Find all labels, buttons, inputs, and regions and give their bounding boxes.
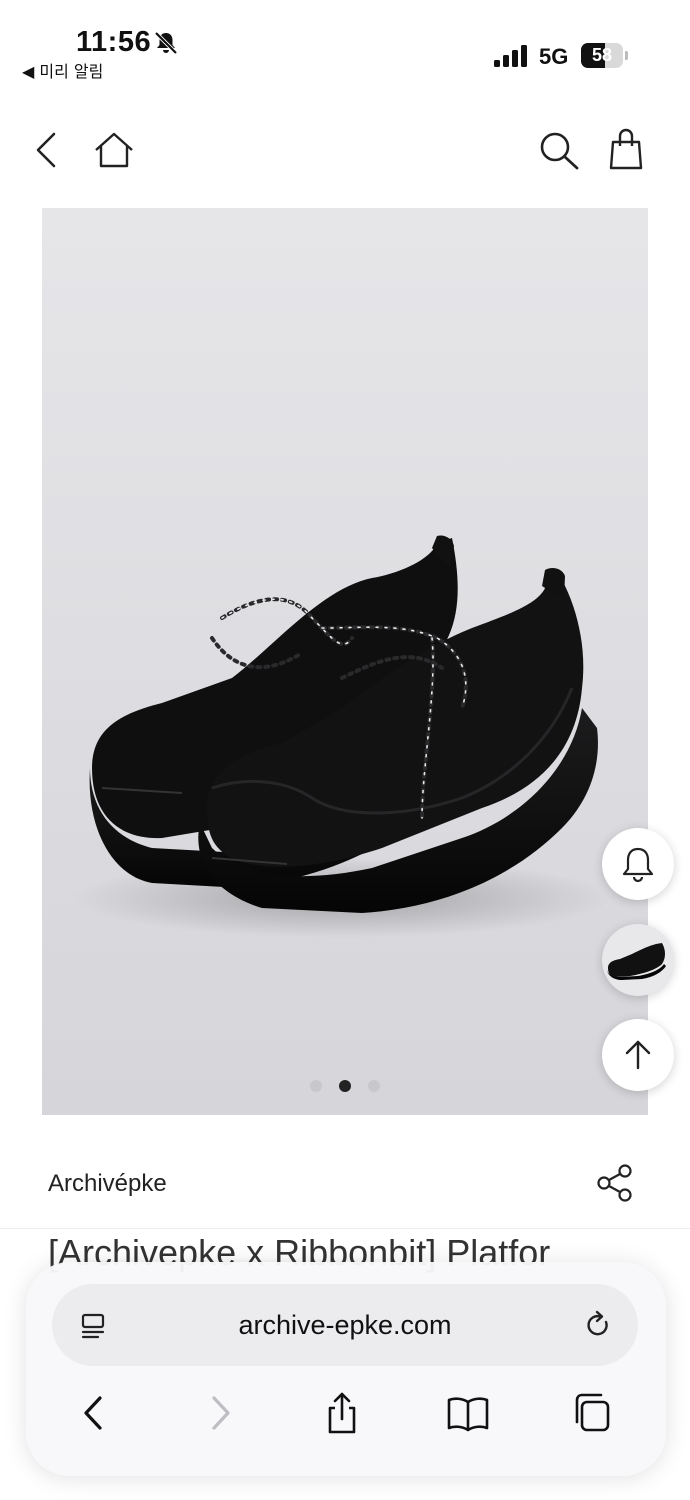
status-bar: 11:56 ◀ 미리 알림 5G 58 [0, 0, 690, 90]
network-type: 5G [539, 44, 569, 69]
bookmarks-icon[interactable] [444, 1388, 492, 1438]
section-divider [0, 1228, 690, 1229]
reload-icon[interactable] [582, 1308, 614, 1342]
tabs-icon[interactable] [568, 1388, 616, 1438]
status-time: 11:56 [76, 26, 152, 58]
battery-level: 58 [591, 45, 613, 65]
pagination-dot[interactable] [310, 1080, 322, 1092]
shopping-bag-icon[interactable] [606, 126, 646, 172]
recent-product-thumbnail[interactable] [602, 924, 674, 996]
cellular-signal-icon [494, 45, 527, 67]
bell-slash-icon [154, 31, 178, 55]
address-bar[interactable]: archive-epke.com [52, 1284, 638, 1366]
browser-back-icon[interactable] [70, 1388, 118, 1438]
restock-alert-button[interactable] [602, 828, 674, 900]
product-image-gallery[interactable] [42, 208, 648, 1115]
url-text[interactable]: archive-epke.com [52, 1284, 638, 1366]
battery-icon: 58 [581, 43, 628, 68]
arrow-up-icon [625, 1040, 651, 1070]
chevron-left-icon[interactable] [28, 128, 64, 172]
scroll-to-top-button[interactable] [602, 1019, 674, 1091]
back-to-app-link[interactable]: ◀ 미리 알림 [22, 58, 103, 82]
search-icon[interactable] [536, 128, 582, 172]
browser-forward-icon[interactable] [196, 1388, 244, 1438]
brand-name[interactable]: Archivépke [48, 1170, 167, 1198]
share-icon[interactable] [594, 1162, 636, 1204]
home-icon[interactable] [90, 128, 138, 172]
product-photo-sneakers [72, 535, 612, 938]
share-sheet-icon[interactable] [318, 1388, 366, 1438]
bell-icon [622, 847, 654, 883]
gallery-pagination[interactable] [42, 1080, 648, 1092]
pagination-dot[interactable] [339, 1080, 351, 1092]
browser-toolbar: archive-epke.com [26, 1262, 666, 1476]
pagination-dot[interactable] [368, 1080, 380, 1092]
sneaker-thumbnail-image [607, 943, 666, 980]
